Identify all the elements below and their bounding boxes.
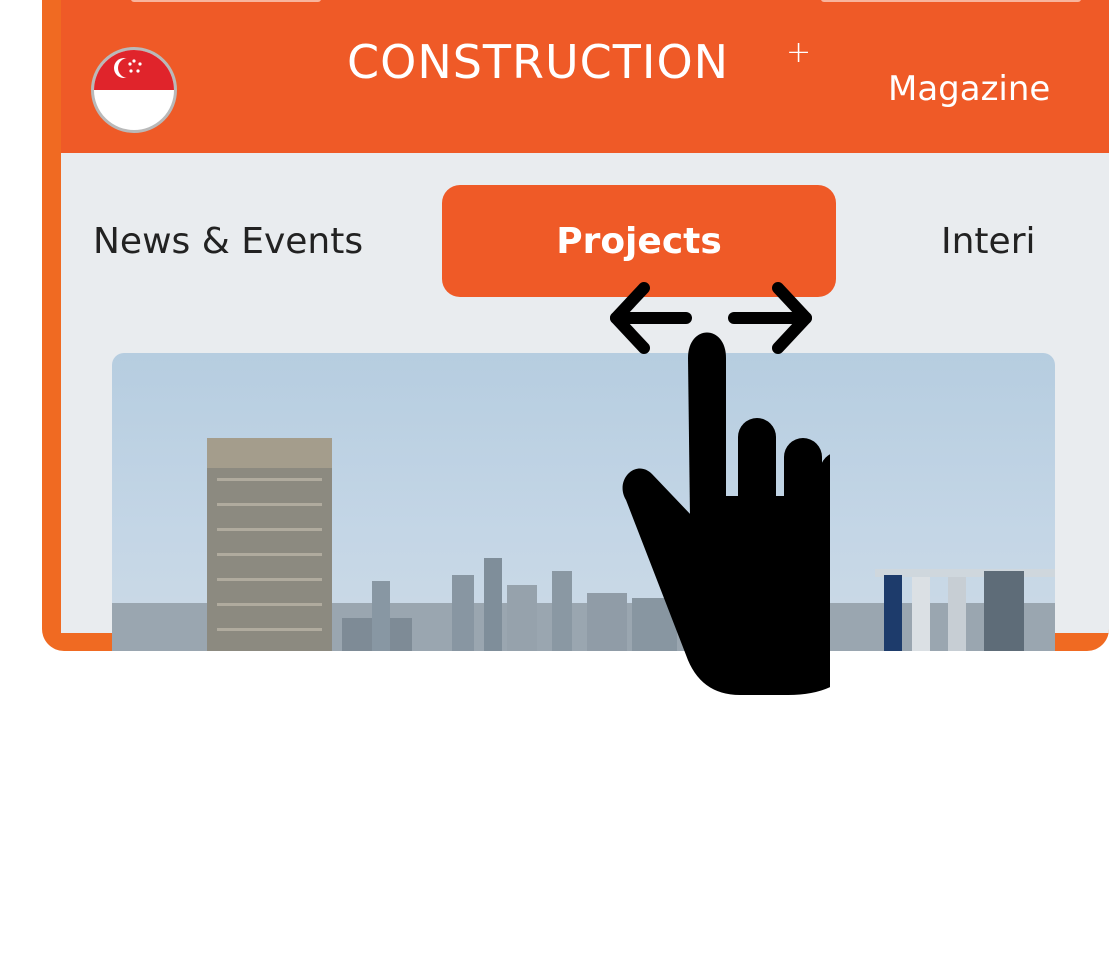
swipe-horizontal-hand-icon: [610, 282, 830, 695]
category-tab-bar: News & Events Projects Interi: [61, 153, 1109, 651]
app-frame: CONSTRUCTION + Magazine News & Events Pr…: [42, 0, 1109, 651]
app-header: CONSTRUCTION + Magazine: [61, 0, 1109, 153]
brand-plus-mark: +: [786, 35, 812, 70]
tab-news-events[interactable]: News & Events: [93, 221, 363, 262]
status-bar-fragment: [821, 0, 1081, 2]
status-bar-fragment: [131, 0, 321, 2]
brand-logo[interactable]: CONSTRUCTION: [347, 35, 729, 89]
magazine-label[interactable]: Magazine: [888, 69, 1050, 109]
city-skyline-photo[interactable]: [112, 353, 1055, 651]
singapore-flag-icon[interactable]: [91, 47, 177, 133]
tab-interior[interactable]: Interi: [941, 221, 1036, 262]
